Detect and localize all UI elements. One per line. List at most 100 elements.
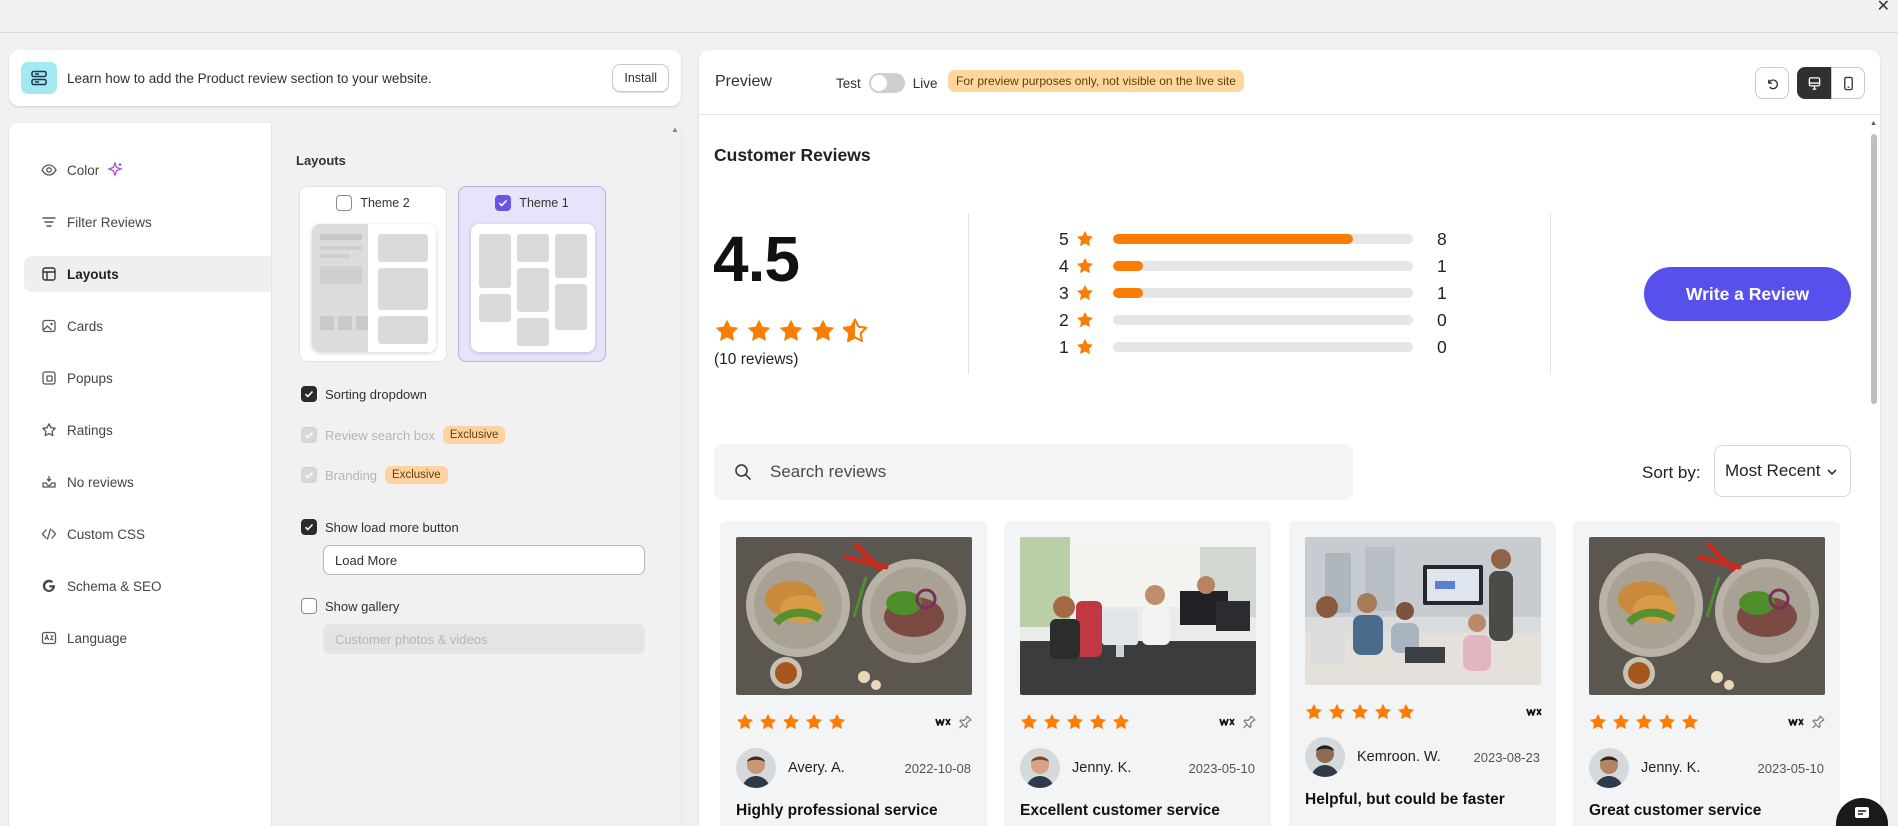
star-icon: [1076, 257, 1094, 274]
load-more-text-input[interactable]: Load More: [323, 545, 645, 575]
sort-select[interactable]: Most Recent: [1714, 445, 1851, 497]
review-date: 2022-10-08: [904, 761, 972, 776]
sorting-dropdown-checkbox[interactable]: [301, 386, 317, 402]
distribution-row-4[interactable]: 41: [1059, 255, 1457, 277]
distribution-star-number: 5: [1059, 228, 1069, 249]
review-search-box[interactable]: [714, 444, 1353, 500]
mode-switch: Test Live: [836, 73, 938, 93]
load-more-checkbox[interactable]: [301, 519, 317, 535]
image-card-icon: [42, 319, 56, 333]
review-title: Highly professional service: [736, 802, 938, 819]
show-gallery-checkbox[interactable]: [301, 598, 317, 614]
review-photo[interactable]: [1020, 537, 1256, 695]
check-icon: [304, 431, 314, 439]
menu-item-ratings[interactable]: Ratings: [24, 412, 271, 448]
scrollbar-thumb[interactable]: [1871, 134, 1877, 404]
theme-2-checkbox[interactable]: [336, 195, 353, 211]
exclusive-badge: Exclusive: [442, 426, 506, 444]
review-photo[interactable]: [1305, 537, 1541, 685]
review-date: 2023-05-10: [1188, 761, 1256, 776]
pin-icon[interactable]: [957, 714, 973, 730]
star-icon: [1635, 713, 1653, 730]
star-icon: [715, 319, 739, 342]
distribution-star-number: 1: [1059, 336, 1069, 357]
distribution-row-2[interactable]: 20: [1059, 309, 1457, 331]
menu-item-no-reviews[interactable]: No reviews: [24, 464, 271, 500]
search-input[interactable]: [770, 462, 1330, 482]
menu-item-filter-reviews[interactable]: Filter Reviews: [24, 204, 271, 240]
wix-logo-icon: [1788, 718, 1804, 726]
preview-scrollbar[interactable]: ▲: [1870, 120, 1878, 826]
write-review-button[interactable]: Write a Review: [1644, 267, 1851, 321]
sorting-dropdown-option[interactable]: Sorting dropdown: [301, 386, 427, 402]
scroll-up-arrow[interactable]: ▲: [1870, 120, 1877, 127]
review-search-box-option: Review search box Exclusive: [301, 426, 506, 444]
star-icon: [782, 713, 800, 730]
review-photo[interactable]: [1589, 537, 1825, 695]
menu-item-layouts[interactable]: Layouts: [24, 256, 271, 292]
distribution-row-1[interactable]: 10: [1059, 336, 1457, 358]
exclusive-badge: Exclusive: [385, 466, 448, 484]
star-icon: [779, 319, 803, 342]
theme-1-card[interactable]: Theme 1: [458, 186, 606, 362]
review-source-icons: [1782, 714, 1826, 730]
load-more-option[interactable]: Show load more button: [301, 519, 459, 535]
review-card[interactable]: Kemroon. W. 2023-08-23 Helpful, but could …: [1289, 521, 1556, 826]
menu-item-custom-css[interactable]: Custom CSS: [24, 516, 271, 552]
pin-icon[interactable]: [1810, 714, 1826, 730]
undo-icon: [1767, 78, 1778, 89]
layout-icon: [42, 267, 56, 281]
menu-item-color[interactable]: Color: [24, 152, 271, 188]
branding-label: Branding: [325, 467, 378, 483]
divider: [1550, 213, 1551, 374]
star-icon: [1020, 713, 1038, 730]
inbox-icon: [42, 476, 56, 488]
menu-item-language[interactable]: Language: [24, 620, 271, 656]
star-icon: [1351, 703, 1369, 720]
review-card[interactable]: Jenny. K. 2023-05-10 Excellent customer se…: [1004, 521, 1271, 826]
search-icon: [735, 464, 751, 480]
install-button[interactable]: Install: [612, 64, 669, 92]
theme-1-label: Theme 1: [519, 196, 569, 210]
star-icon: [828, 713, 846, 730]
wix-logo-icon: [1526, 708, 1542, 716]
menu-item-label: Language: [67, 630, 128, 646]
theme-2-label: Theme 2: [360, 196, 410, 210]
undo-button[interactable]: [1755, 67, 1789, 99]
distribution-count: 8: [1437, 228, 1447, 249]
menu-item-popups[interactable]: Popups: [24, 360, 271, 396]
star-icon: [1305, 703, 1323, 720]
panel-scroll-up-arrow[interactable]: ▲: [671, 125, 679, 134]
mobile-view-button[interactable]: [1831, 67, 1865, 99]
average-stars: [713, 317, 873, 345]
star-icon: [1612, 713, 1630, 730]
menu-item-label: No reviews: [67, 474, 134, 490]
test-live-toggle[interactable]: [868, 73, 905, 93]
review-photo[interactable]: [736, 537, 972, 695]
menu-item-cards[interactable]: Cards: [24, 308, 271, 344]
theme-2-card[interactable]: Theme 2: [299, 186, 447, 362]
distribution-count: 0: [1437, 309, 1447, 330]
desktop-view-button[interactable]: [1797, 67, 1831, 99]
settings-panel: Color Filter Reviews Layouts Cards Popup…: [9, 123, 681, 826]
reviewer-name: Kemroon. W.: [1357, 749, 1441, 765]
review-card[interactable]: Avery. A. 2022-10-08 Highly professional s…: [720, 521, 987, 826]
distribution-bar: [1113, 288, 1413, 298]
distribution-bar-fill: [1113, 234, 1353, 244]
star-icon: [1076, 230, 1094, 247]
review-search-box-checkbox: [301, 427, 317, 443]
theme-1-checkbox[interactable]: [495, 195, 512, 211]
wix-logo-icon: [1219, 718, 1235, 726]
review-card[interactable]: Jenny. K. 2023-05-10 Great customer servic…: [1573, 521, 1840, 826]
pin-icon[interactable]: [1241, 714, 1257, 730]
show-gallery-option[interactable]: Show gallery: [301, 598, 399, 614]
distribution-row-3[interactable]: 31: [1059, 282, 1457, 304]
review-stars: [1588, 712, 1703, 732]
menu-item-schema-seo[interactable]: Schema & SEO: [24, 568, 271, 604]
close-icon[interactable]: ✕: [1877, 0, 1890, 15]
star-icon: [805, 713, 823, 730]
show-gallery-label: Show gallery: [325, 598, 400, 614]
layout-sections-icon: [21, 62, 57, 94]
distribution-row-5[interactable]: 58: [1059, 228, 1457, 250]
settings-menu: Color Filter Reviews Layouts Cards Popup…: [9, 123, 271, 826]
